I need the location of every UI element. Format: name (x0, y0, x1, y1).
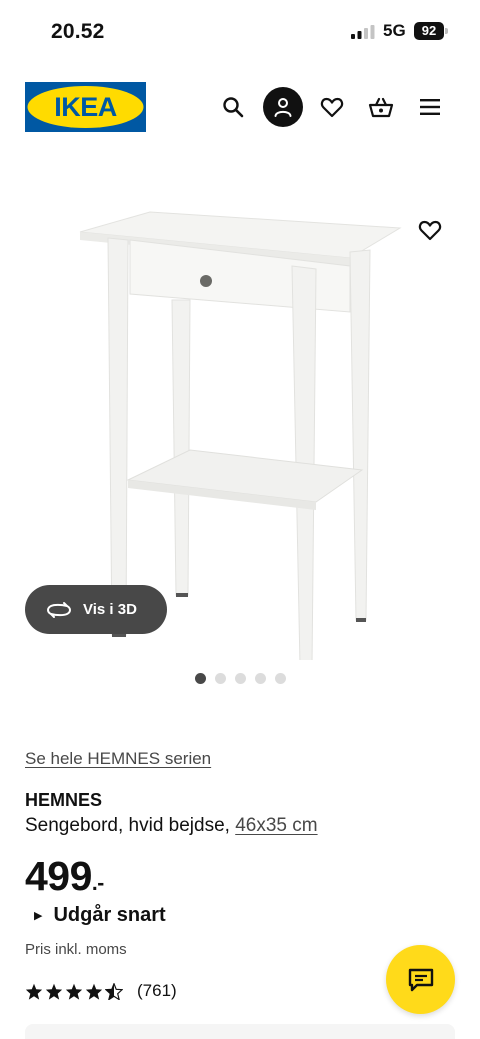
pagination-dot-4[interactable] (255, 673, 266, 684)
network-type: 5G (383, 21, 406, 40)
half-star-icon (105, 982, 123, 1000)
svg-text:IKEA: IKEA (54, 92, 117, 122)
pagination-dot-3[interactable] (235, 673, 246, 684)
header: IKEA (0, 82, 480, 132)
product-type: Sengebord, hvid bejdse, (25, 815, 230, 836)
price-suffix: .- (91, 872, 104, 895)
availability-toggle[interactable]: ▶ Udgår snart (34, 904, 166, 927)
caret-right-icon: ▶ (34, 910, 43, 922)
bottom-card (25, 1024, 455, 1039)
status-bar: 20.52 5G 92 (0, 0, 480, 64)
chat-button[interactable] (386, 945, 455, 1014)
rating-stars (25, 982, 123, 1000)
favorites-button[interactable] (312, 87, 352, 127)
product-price: 499.- (25, 853, 104, 900)
series-link[interactable]: Se hele HEMNES serien (25, 749, 211, 769)
ikea-logo[interactable]: IKEA (25, 82, 146, 132)
star-icon (25, 983, 43, 1000)
profile-button[interactable] (263, 87, 303, 127)
search-button[interactable] (213, 87, 253, 127)
basket-icon (368, 97, 394, 118)
product-description: Sengebord, hvid bejdse, 46x35 cm (25, 815, 318, 837)
signal-icon (351, 25, 375, 39)
add-to-favorites-button[interactable] (412, 212, 448, 248)
battery-icon: 92 (414, 22, 448, 40)
star-icon (65, 983, 83, 1000)
search-icon (223, 97, 244, 118)
heart-icon (418, 220, 442, 241)
rotate-3d-icon (47, 601, 71, 618)
pagination-dot-2[interactable] (215, 673, 226, 684)
product-rating[interactable]: (761) (25, 981, 177, 1001)
availability-text: Udgår snart (53, 904, 166, 926)
heart-icon (320, 97, 344, 118)
basket-button[interactable] (361, 87, 401, 127)
status-time: 20.52 (51, 20, 105, 43)
pagination-dot-5[interactable] (275, 673, 286, 684)
menu-button[interactable] (410, 87, 450, 127)
battery-level: 92 (414, 22, 444, 40)
star-icon (85, 983, 103, 1000)
view-in-3d-label: Vis i 3D (83, 601, 137, 618)
view-in-3d-button[interactable]: Vis i 3D (25, 585, 167, 634)
product-measurement-link[interactable]: 46x35 cm (235, 815, 317, 836)
chat-icon (408, 968, 433, 991)
profile-icon (274, 98, 292, 117)
tax-note: Pris inkl. moms (25, 941, 127, 958)
gallery-pagination (195, 673, 286, 684)
star-icon (45, 983, 63, 1000)
pagination-dot-1[interactable] (195, 673, 206, 684)
menu-icon (420, 99, 440, 115)
product-name: HEMNES (25, 790, 103, 810)
price-value: 499 (25, 853, 92, 899)
review-count: (761) (137, 981, 177, 1000)
